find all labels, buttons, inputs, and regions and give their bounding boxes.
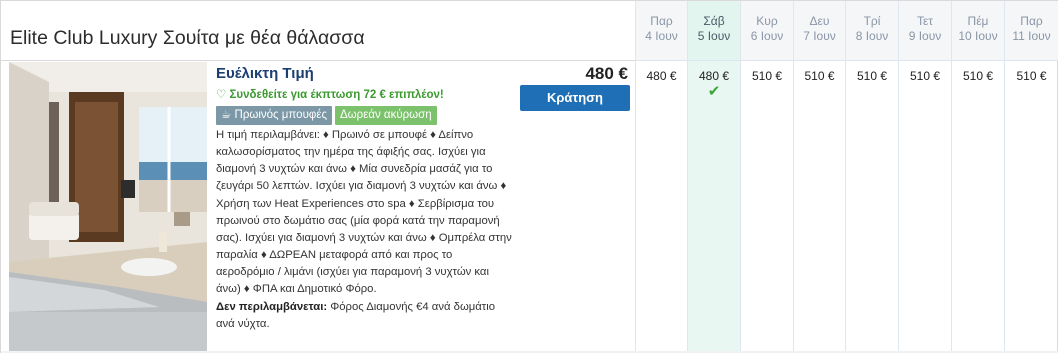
day-price-cell-3[interactable]: 510 € <box>793 61 845 353</box>
day-price-cell-2[interactable]: 510 € <box>740 61 793 353</box>
day-name: Τρί <box>863 14 881 28</box>
day-price: 510 € <box>909 69 941 83</box>
day-header-0[interactable]: Παρ 4 Ιουν <box>635 1 687 61</box>
day-header-7[interactable]: Παρ 11 Ιουν <box>1004 1 1058 61</box>
day-date: 7 Ιουν <box>803 29 836 43</box>
book-button[interactable]: Κράτηση <box>520 85 630 111</box>
day-name: Πέμ <box>967 14 989 28</box>
day-price: 510 € <box>751 69 783 83</box>
breakfast-icon: ☕ <box>221 109 232 121</box>
divider <box>1 60 635 61</box>
day-header-6[interactable]: Πέμ 10 Ιουν <box>951 1 1004 61</box>
day-name: Κυρ <box>756 14 778 28</box>
day-price: 480 € <box>698 69 730 83</box>
rate-includes-text: Η τιμή περιλαμβάνει: ♦ Πρωινό σε μπουφέ … <box>216 129 512 296</box>
day-date: 11 Ιουν <box>1012 29 1051 43</box>
room-photo-illustration <box>9 62 207 352</box>
day-price-cell-6[interactable]: 510 € <box>951 61 1004 353</box>
day-date: 8 Ιουν <box>855 29 889 43</box>
room-photo[interactable] <box>9 62 207 352</box>
rate-name-link[interactable]: Ευέλικτη Τιμή <box>216 65 314 82</box>
rate-excluded-label: Δεν περιλαμβάνεται: <box>216 300 328 313</box>
day-price-cell-5[interactable]: 510 € <box>898 61 951 353</box>
promo-text: Συνδεθείτε για έκπτωση 72 € επιπλέον! <box>229 89 444 101</box>
room-title: Elite Club Luxury Σουίτα με θέα θάλασσα <box>10 27 365 49</box>
rate-price: 480 € <box>585 64 628 83</box>
day-price: 510 € <box>856 69 888 83</box>
day-header-2[interactable]: Κυρ 6 Ιουν <box>740 1 793 61</box>
day-date: 6 Ιουν <box>750 29 784 43</box>
day-date: 5 Ιουν <box>697 29 731 43</box>
day-name: Παρ <box>1020 14 1043 28</box>
day-name: Δευ <box>809 14 830 28</box>
day-name: Σάβ <box>703 14 725 28</box>
heart-outline-icon: ♡ <box>216 89 227 101</box>
day-price-cell-4[interactable]: 510 € <box>845 61 898 353</box>
day-name: Παρ <box>650 14 673 28</box>
badge-breakfast: ☕ Πρωινός μπουφές <box>216 106 332 125</box>
day-price: 480 € <box>646 69 677 83</box>
day-price-cell-0[interactable]: 480 € <box>635 61 687 353</box>
login-discount-link[interactable]: ♡ Συνδεθείτε για έκπτωση 72 € επιπλέον! <box>216 87 444 101</box>
day-date: 4 Ιουν <box>645 29 678 43</box>
day-header-3[interactable]: Δευ 7 Ιουν <box>793 1 845 61</box>
day-name: Τετ <box>916 14 934 28</box>
day-date: 10 Ιουν <box>958 29 998 43</box>
day-date: 9 Ιουν <box>908 29 942 43</box>
day-price: 510 € <box>804 69 835 83</box>
room-rate-card: Elite Club Luxury Σουίτα με θέα θάλασσα … <box>0 0 1058 353</box>
checkmark-icon: ✔ <box>707 83 721 100</box>
rate-description: Η τιμή περιλαμβάνει: ♦ Πρωινό σε μπουφέ … <box>216 127 512 333</box>
rate-badges: ☕ Πρωινός μπουφές Δωρεάν ακύρωση <box>216 106 437 125</box>
day-price-cell-7[interactable]: 510 € <box>1004 61 1058 353</box>
day-header-1[interactable]: Σάβ 5 Ιουν <box>687 1 740 61</box>
day-header-4[interactable]: Τρί 8 Ιουν <box>845 1 898 61</box>
day-price: 510 € <box>962 69 994 83</box>
day-price-cell-1[interactable]: 480 € ✔ <box>687 61 740 353</box>
day-price: 510 € <box>1016 69 1047 83</box>
badge-free-cancellation: Δωρεάν ακύρωση <box>335 106 437 125</box>
day-header-5[interactable]: Τετ 9 Ιουν <box>898 1 951 61</box>
badge-breakfast-label: Πρωινός μπουφές <box>234 109 327 121</box>
